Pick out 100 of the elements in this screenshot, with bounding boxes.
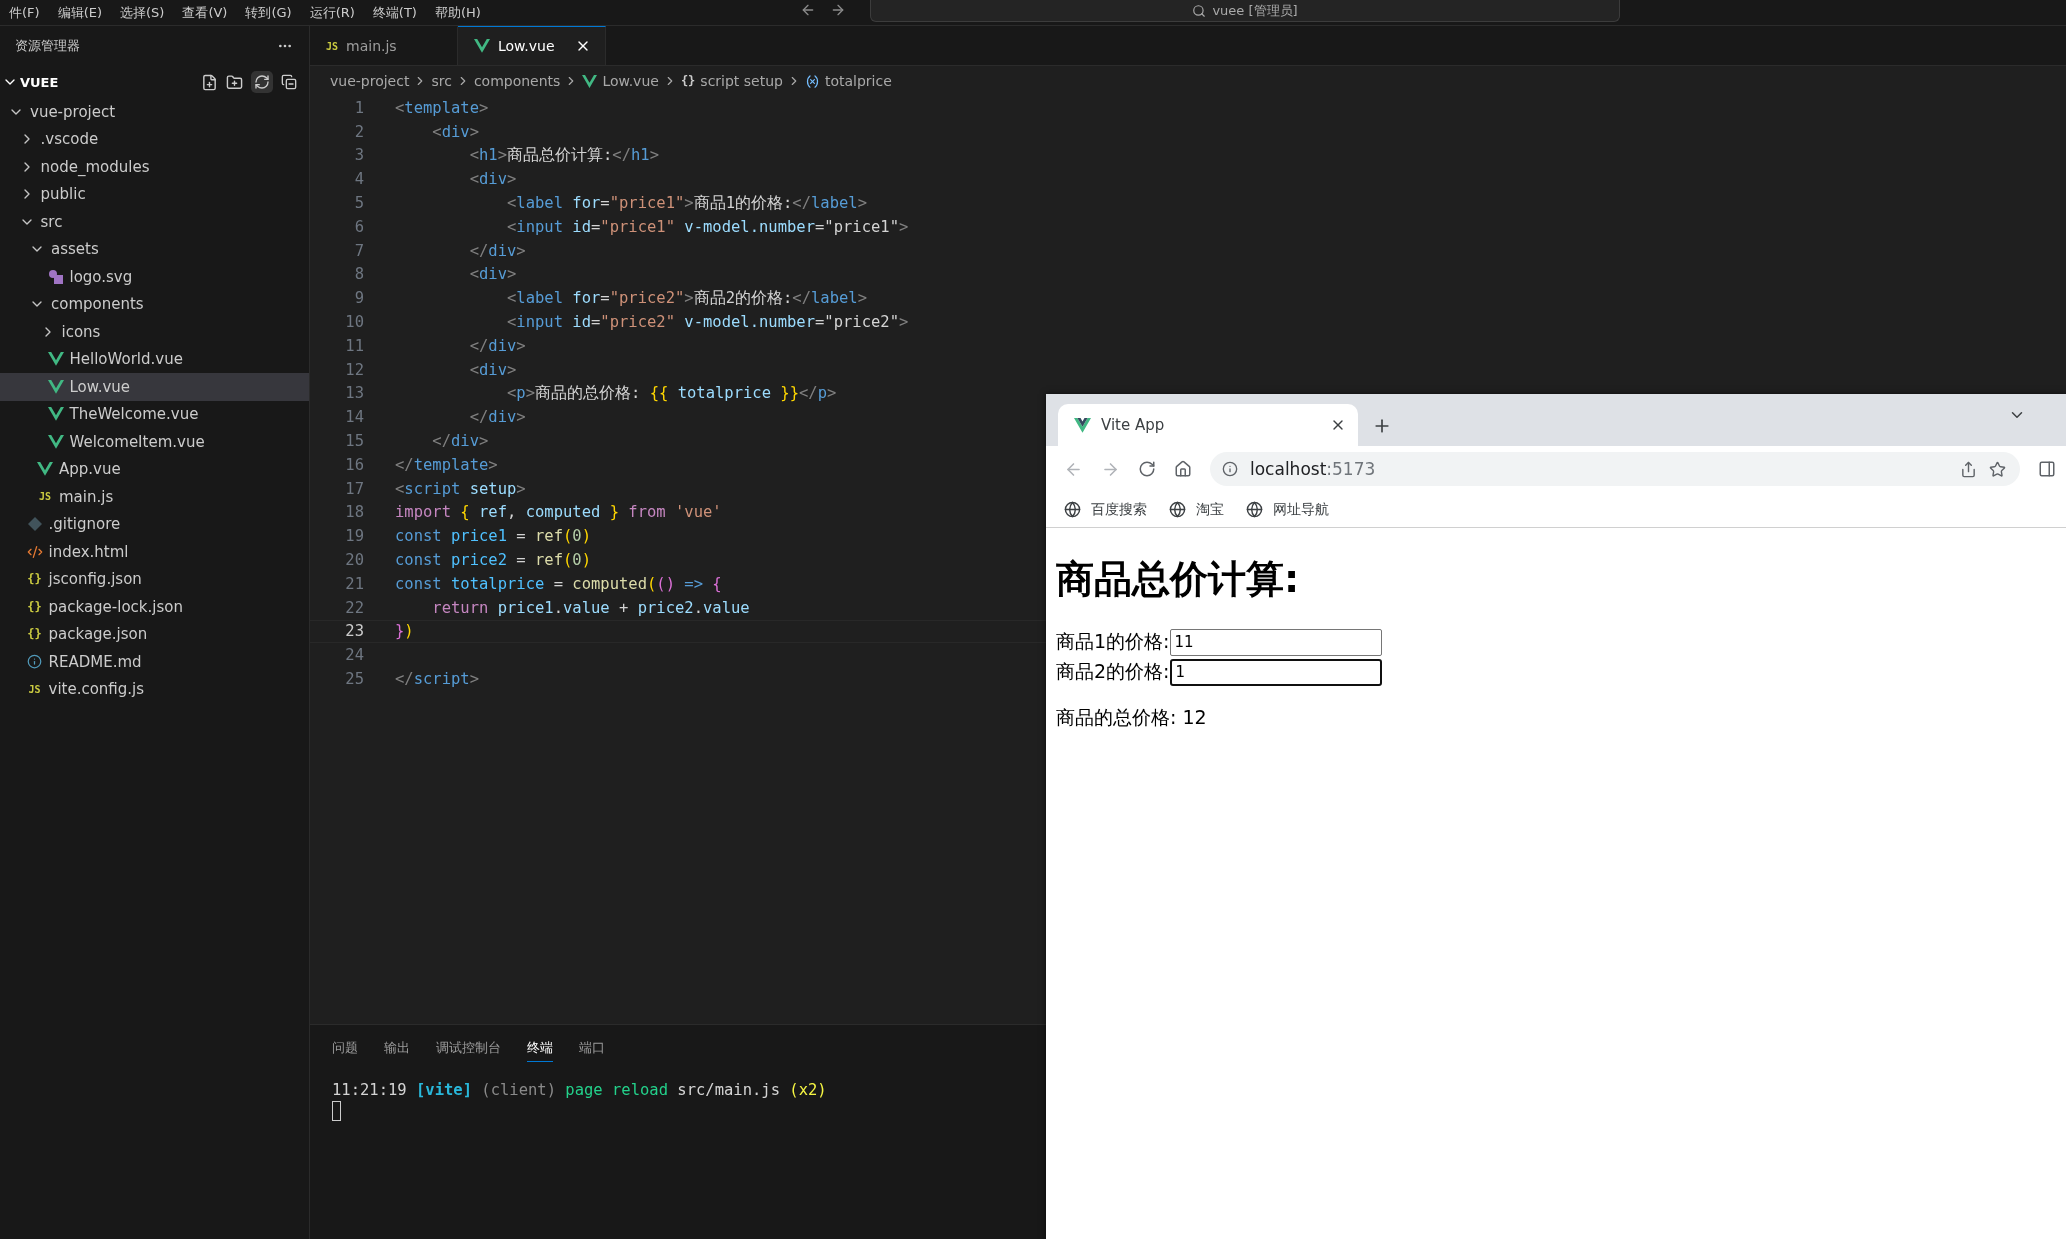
panel-tab[interactable]: 端口 (579, 1032, 605, 1062)
panel-tab[interactable]: 输出 (384, 1032, 410, 1062)
panel-tab[interactable]: 终端 (527, 1032, 553, 1062)
file-item[interactable]: {} jsconfig.json (0, 565, 309, 593)
file-item[interactable]: index.html (0, 538, 309, 566)
line-number: 20 (344, 551, 364, 570)
file-item[interactable]: App.vue (0, 455, 309, 483)
new-file-icon[interactable] (201, 73, 218, 91)
bookmark-link[interactable]: 百度搜索 (1091, 500, 1147, 519)
code-line: <h1>商品总价计算:</h1> (468, 145, 660, 166)
breadcrumb-item[interactable]: src (431, 73, 452, 89)
breadcrumb-item[interactable]: Low.vue (602, 73, 659, 89)
line-number: 18 (344, 503, 364, 522)
braces-icon: {} (680, 74, 696, 88)
menu-item[interactable]: 转到(G) (236, 3, 301, 22)
file-item[interactable]: TheWelcome.vue (0, 400, 309, 428)
address-bar[interactable]: localhost:5173 (1210, 452, 2020, 486)
line-number: 2 (353, 122, 364, 141)
browser-tab[interactable]: Vite App (1058, 404, 1358, 446)
total-text: 商品的总价格: 12 (1056, 705, 1208, 730)
breadcrumb-item[interactable]: vue-project (330, 73, 410, 89)
file-item[interactable]: JS vite.config.js (0, 675, 309, 703)
code-line: <div> (468, 170, 517, 189)
line-number: 23 (344, 622, 364, 641)
code-line: const price1 = ref(0) (395, 527, 592, 546)
folder-item[interactable]: vue-project (0, 98, 309, 126)
line-number: 15 (344, 432, 364, 451)
reload-icon[interactable] (1138, 460, 1156, 478)
code-line: <label for="price1">商品1的价格:</label> (505, 192, 868, 214)
file-item[interactable]: HelloWorld.vue (0, 345, 309, 373)
json-file-icon: {} (27, 599, 42, 614)
price-input[interactable]: 11 (1169, 628, 1382, 656)
command-center-text: vuee [管理员] (1212, 1, 1298, 20)
code-line: <div> (468, 360, 517, 379)
json-file-icon: {} (27, 572, 42, 587)
info-icon (27, 654, 42, 670)
file-item[interactable]: Low.vue (0, 373, 309, 401)
breadcrumb-item[interactable]: components (473, 73, 561, 89)
refresh-button[interactable] (251, 71, 273, 93)
menu-item[interactable]: 运行(R) (300, 3, 364, 22)
code-line: </template> (395, 455, 498, 474)
editor-tab[interactable]: Low.vue (458, 26, 606, 65)
menu-item[interactable]: 选择(S) (111, 3, 174, 22)
terminal-cursor (332, 1101, 341, 1121)
file-item[interactable]: logo.svg (0, 263, 309, 291)
folder-item[interactable]: .vscode (0, 125, 309, 153)
line-number: 21 (344, 574, 364, 593)
code-line: <p>商品的总价格: {{ totalprice }}</p> (505, 382, 837, 404)
panel-tab[interactable]: 调试控制台 (436, 1032, 501, 1062)
menu-item[interactable]: 终端(T) (363, 3, 426, 22)
bookmark-star-icon[interactable] (1989, 460, 2006, 478)
share-icon[interactable] (1960, 460, 1977, 478)
folder-item[interactable]: components (0, 290, 309, 318)
code-line: <div> (431, 122, 479, 141)
panel-tab[interactable]: 问题 (332, 1032, 358, 1062)
code-line: <input id="price1" v-model.number="price1"> (505, 217, 909, 236)
folder-item[interactable]: public (0, 180, 309, 208)
page-heading: 商品总价计算: (1056, 556, 1301, 603)
file-item[interactable]: {} package-lock.json (0, 593, 309, 621)
breadcrumb-item[interactable]: totalprice (824, 73, 892, 89)
code-line: <input id="price2" v-model.number="price2"> (505, 313, 909, 332)
command-center[interactable]: vuee [管理员] (870, 0, 1620, 22)
code-line: import { ref, computed } from 'vue' (395, 503, 722, 522)
code-line: </div> (468, 336, 526, 355)
price-input[interactable]: 1 (1169, 658, 1382, 686)
side-panel-icon[interactable] (2038, 460, 2056, 478)
collapse-all-icon[interactable] (281, 74, 297, 90)
new-folder-icon[interactable] (226, 73, 243, 91)
file-item[interactable]: .gitignore (0, 510, 309, 538)
bookmark-link[interactable]: 淘宝 (1196, 500, 1224, 519)
image-file-icon (47, 268, 64, 285)
js-file-icon: JS (28, 683, 41, 695)
vue-logo-icon (47, 378, 64, 395)
folder-item[interactable]: node_modules (0, 153, 309, 181)
menu-item[interactable]: 查看(V) (173, 3, 237, 22)
home-icon[interactable] (1174, 460, 1192, 478)
code-line: const totalprice = computed(() => { (395, 574, 722, 593)
folder-item[interactable]: icons (0, 318, 309, 346)
breadcrumb-item[interactable]: script setup (700, 73, 783, 89)
folder-item[interactable]: assets (0, 235, 309, 263)
file-item[interactable]: README.md (0, 648, 309, 676)
vue-logo-icon (474, 38, 490, 54)
menu-item[interactable]: 帮助(H) (425, 3, 490, 22)
info-icon[interactable] (1222, 461, 1238, 477)
code-line: <label for="price2">商品2的价格:</label> (505, 287, 868, 309)
file-item[interactable]: WelcomeItem.vue (0, 428, 309, 456)
file-item[interactable]: JS main.js (0, 483, 309, 511)
line-number: 14 (344, 408, 364, 427)
code-line: return price1.value + price2.value (431, 598, 750, 617)
menu-item[interactable]: 件(F) (0, 3, 49, 22)
file-item[interactable]: {} package.json (0, 620, 309, 648)
code-line: const price2 = ref(0) (395, 551, 592, 570)
folder-item[interactable]: src (0, 208, 309, 236)
code-line: </div> (468, 241, 526, 260)
line-number: 19 (344, 527, 364, 546)
line-number: 11 (344, 336, 364, 355)
bookmark-link[interactable]: 网址导航 (1273, 500, 1329, 519)
menu-item[interactable]: 编辑(E) (48, 3, 111, 22)
js-file-icon: JS (38, 491, 51, 503)
vue-logo-icon (47, 406, 64, 423)
